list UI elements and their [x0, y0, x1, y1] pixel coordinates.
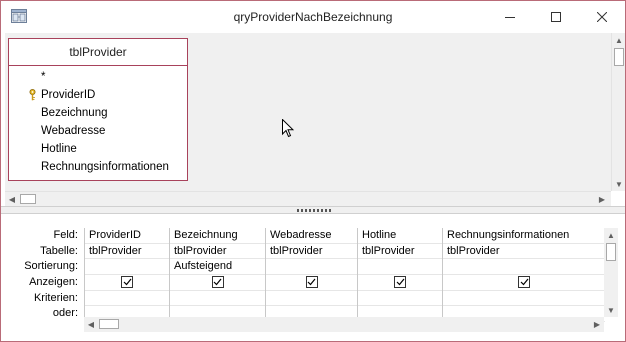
- table-pane-vertical-scrollbar[interactable]: ▲ ▼: [611, 33, 625, 191]
- grid-show-cell: [443, 275, 605, 291]
- primary-key-icon: [29, 89, 36, 101]
- checkmark-icon: [307, 279, 316, 286]
- grid-show-cell: [266, 275, 357, 291]
- field-item-providerid[interactable]: ProviderID: [9, 86, 187, 104]
- grid-criteria-cell[interactable]: [170, 291, 265, 307]
- grid-table-cell[interactable]: tblProvider: [85, 244, 169, 260]
- scroll-left-arrow-icon[interactable]: ◀: [84, 317, 98, 331]
- row-label-criteria: Kriterien:: [33, 291, 78, 304]
- grid-criteria-cell[interactable]: [266, 291, 357, 307]
- row-label-sort: Sortierung:: [24, 260, 78, 273]
- show-checkbox[interactable]: [211, 276, 224, 289]
- grid-horizontal-scrollbar[interactable]: ◀ ▶: [84, 317, 604, 332]
- scroll-up-arrow-icon[interactable]: ▲: [604, 228, 618, 242]
- grid-column[interactable]: Rechnungsinformationen tblProvider: [443, 228, 605, 323]
- checkmark-icon: [396, 279, 404, 286]
- checkmark-icon: [213, 279, 222, 286]
- field-item-rechnungsinformationen[interactable]: Rechnungsinformationen: [9, 158, 187, 176]
- grid-criteria-cell[interactable]: [358, 291, 442, 307]
- grid-field-cell[interactable]: Rechnungsinformationen: [443, 228, 605, 244]
- row-label-table: Tabelle:: [40, 244, 78, 257]
- grid-criteria-cell[interactable]: [85, 291, 169, 307]
- grid-field-cell[interactable]: Hotline: [358, 228, 442, 244]
- table-field-list[interactable]: tblProvider * ProviderID Bezeichnung Web…: [8, 38, 188, 181]
- field-item-bezeichnung[interactable]: Bezeichnung: [9, 104, 187, 122]
- scroll-right-arrow-icon[interactable]: ▶: [590, 317, 604, 331]
- query-design-window: qryProviderNachBezeichnung tblProvider *: [0, 0, 626, 342]
- show-checkbox[interactable]: [518, 276, 530, 289]
- grid-field-cell[interactable]: ProviderID: [85, 228, 169, 244]
- grid-table-cell[interactable]: tblProvider: [358, 244, 442, 260]
- grid-table-cell[interactable]: tblProvider: [266, 244, 357, 260]
- scroll-right-arrow-icon[interactable]: ▶: [595, 192, 609, 206]
- checkmark-icon: [123, 279, 131, 286]
- grid-sort-cell[interactable]: [266, 259, 357, 276]
- grid-table-cell[interactable]: tblProvider: [170, 244, 265, 260]
- title-bar[interactable]: qryProviderNachBezeichnung: [1, 1, 625, 33]
- show-checkbox[interactable]: [121, 276, 133, 289]
- grid-vertical-scrollbar[interactable]: ▲ ▼: [604, 228, 618, 317]
- grid-row-labels: Feld: Tabelle: Sortierung: Anzeigen: Kri…: [3, 228, 82, 322]
- grid-sort-cell[interactable]: [358, 259, 442, 276]
- grid-field-cell[interactable]: Webadresse: [266, 228, 357, 244]
- row-label-show: Anzeigen:: [29, 276, 78, 289]
- scroll-up-arrow-icon[interactable]: ▲: [612, 33, 626, 47]
- mouse-cursor-icon: [282, 119, 294, 138]
- scrollbar-thumb[interactable]: [614, 48, 624, 66]
- design-grid: ProviderID tblProvider Bezeichnung tblPr…: [84, 228, 605, 323]
- table-pane[interactable]: tblProvider * ProviderID Bezeichnung Web…: [5, 33, 611, 191]
- pane-splitter[interactable]: [1, 206, 625, 214]
- field-label: ProviderID: [41, 89, 96, 101]
- grid-criteria-cell[interactable]: [443, 291, 605, 307]
- show-checkbox[interactable]: [394, 276, 406, 289]
- minimize-icon: [505, 17, 515, 18]
- scroll-left-arrow-icon[interactable]: ◀: [5, 192, 19, 206]
- grid-column[interactable]: Webadresse tblProvider: [266, 228, 358, 323]
- scroll-down-arrow-icon[interactable]: ▼: [604, 303, 618, 317]
- close-icon: [597, 12, 607, 22]
- scrollbar-thumb[interactable]: [99, 319, 119, 329]
- grid-column[interactable]: Bezeichnung tblProvider Aufsteigend: [170, 228, 266, 323]
- minimize-button[interactable]: [487, 1, 533, 33]
- splitter-grip-icon[interactable]: [297, 209, 333, 212]
- row-label-or: oder:: [52, 307, 78, 320]
- maximize-icon: [551, 12, 561, 22]
- table-name[interactable]: tblProvider: [9, 39, 187, 66]
- grid-sort-cell[interactable]: [85, 259, 169, 276]
- show-checkbox[interactable]: [305, 276, 318, 289]
- grid-sort-cell[interactable]: [443, 259, 605, 276]
- field-item-webadresse[interactable]: Webadresse: [9, 122, 187, 140]
- maximize-button[interactable]: [533, 1, 579, 33]
- field-item-hotline[interactable]: Hotline: [9, 140, 187, 158]
- scroll-down-arrow-icon[interactable]: ▼: [612, 177, 626, 191]
- grid-column[interactable]: ProviderID tblProvider: [85, 228, 170, 323]
- field-item-all[interactable]: *: [9, 68, 187, 86]
- grid-show-cell: [358, 275, 442, 291]
- table-pane-horizontal-scrollbar[interactable]: ◀ ▶: [5, 191, 611, 206]
- grid-show-cell: [85, 275, 169, 291]
- grid-show-cell: [170, 275, 265, 291]
- scrollbar-thumb[interactable]: [20, 194, 36, 204]
- row-label-field: Feld:: [53, 229, 78, 241]
- grid-sort-cell[interactable]: Aufsteigend: [170, 259, 265, 276]
- scrollbar-thumb[interactable]: [606, 243, 616, 261]
- field-list: * ProviderID Bezeichnung Webadresse Hotl…: [9, 66, 187, 176]
- grid-column[interactable]: Hotline tblProvider: [358, 228, 443, 323]
- grid-field-cell[interactable]: Bezeichnung: [170, 228, 265, 244]
- grid-table-cell[interactable]: tblProvider: [443, 244, 605, 260]
- close-button[interactable]: [579, 1, 625, 33]
- checkmark-icon: [520, 279, 528, 286]
